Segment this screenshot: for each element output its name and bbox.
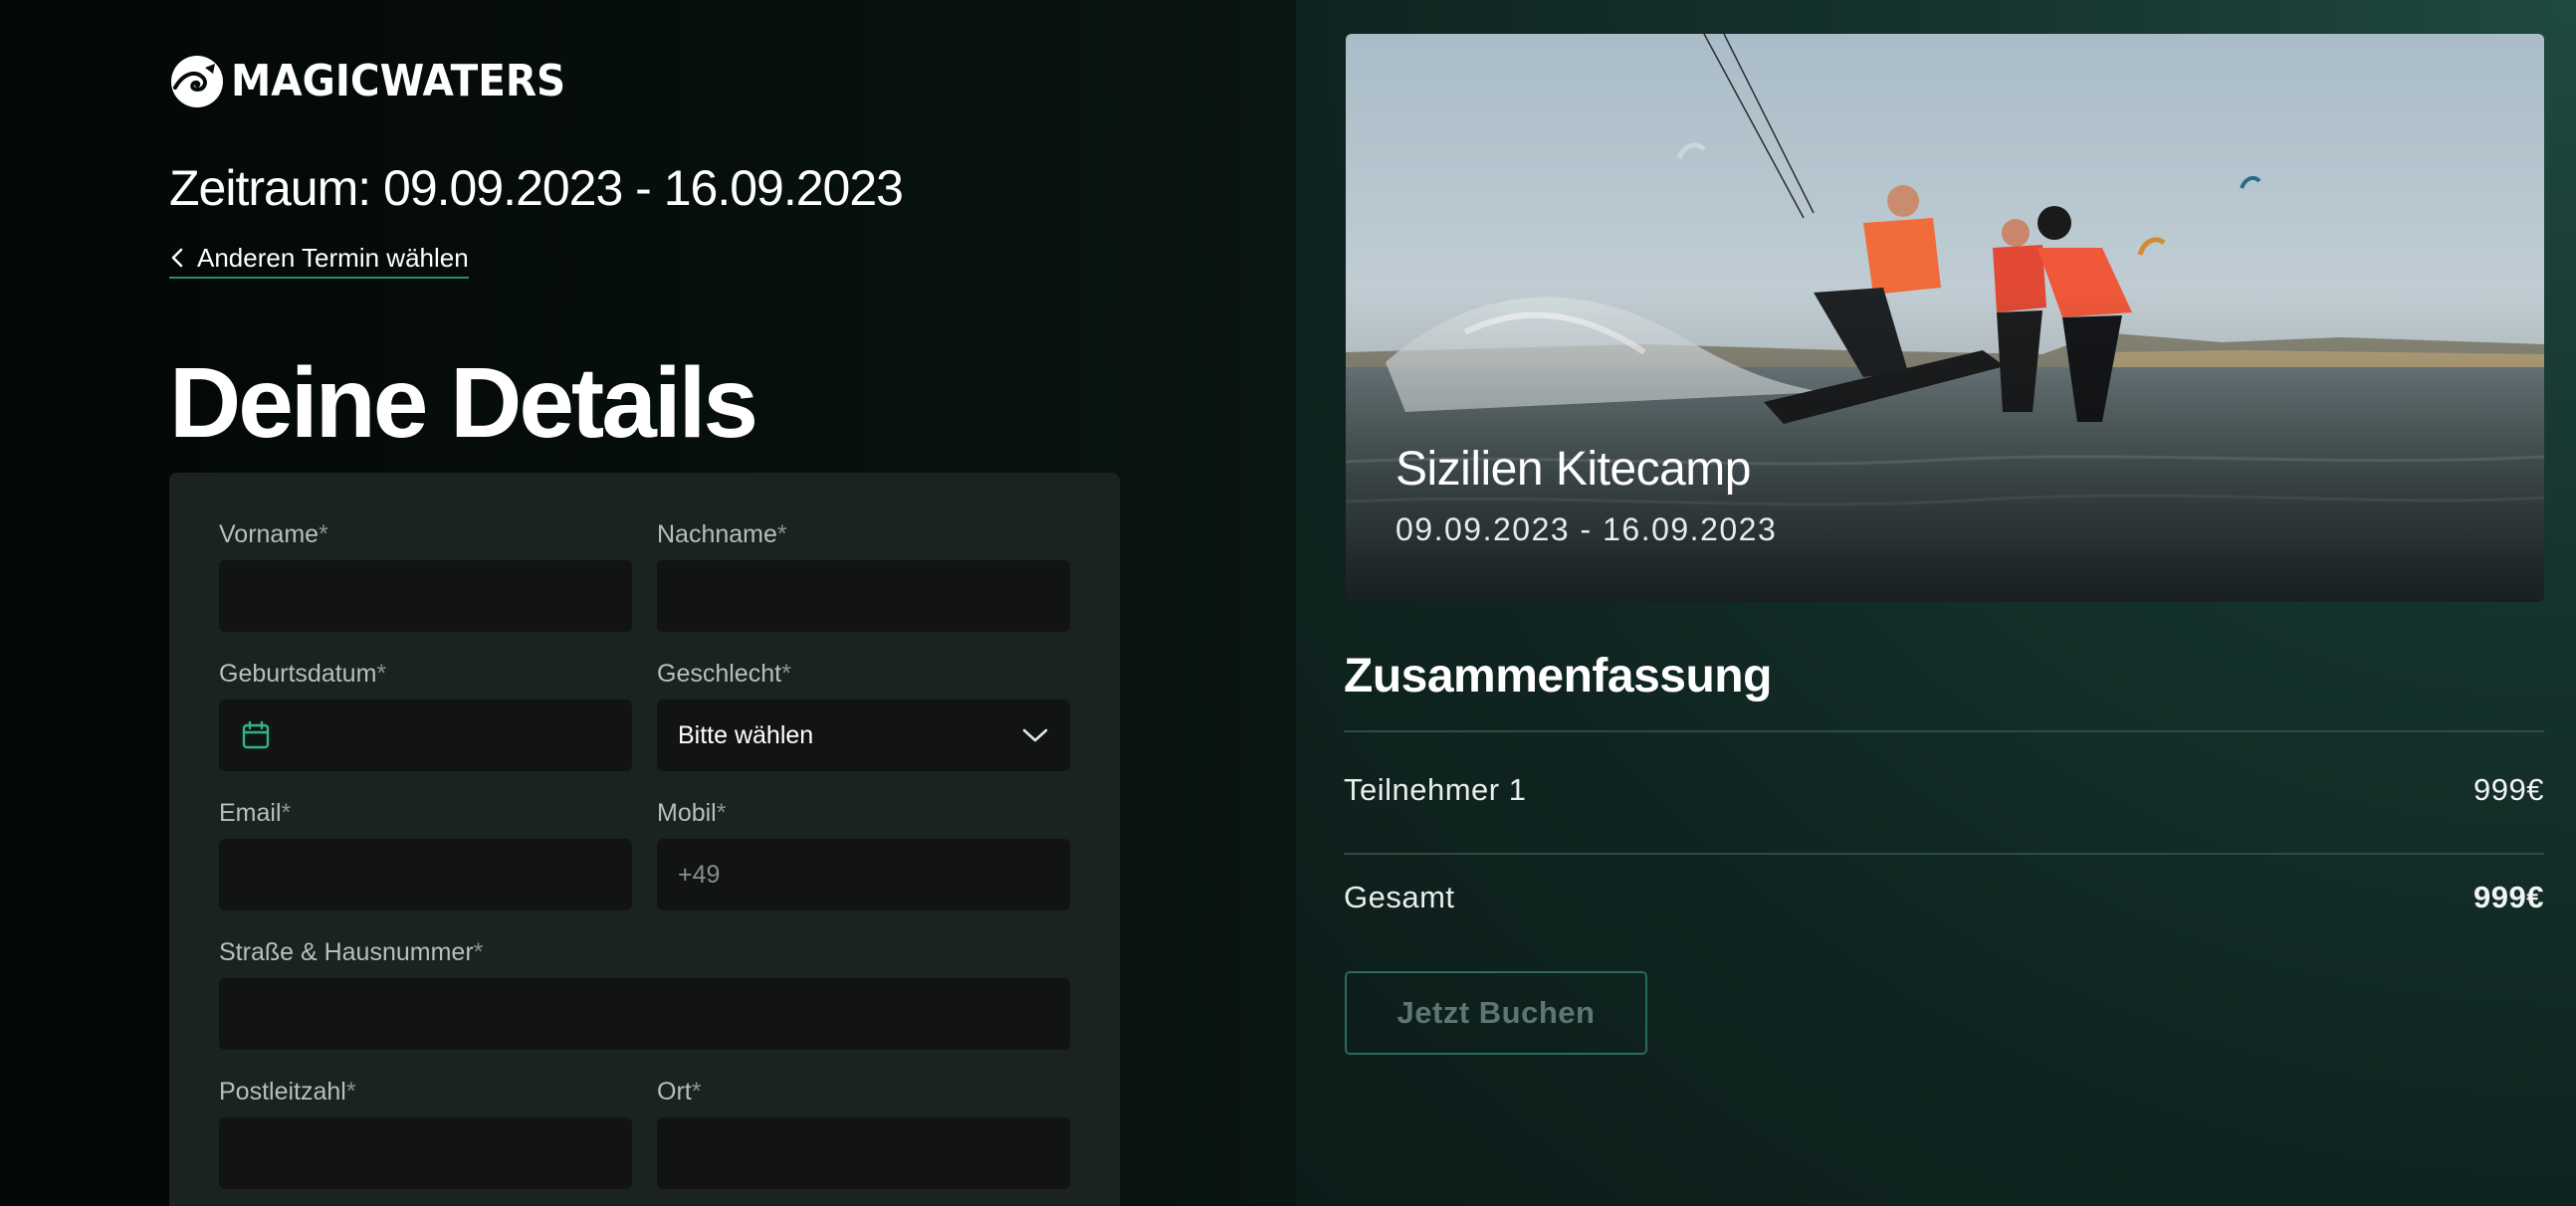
gender-select[interactable]: Bitte wählen [657, 700, 1070, 771]
first-name-field[interactable] [219, 560, 632, 632]
wave-logo-icon [171, 56, 223, 107]
camp-title: Sizilien Kitecamp [1395, 443, 1751, 496]
page-title: Deine Details [169, 347, 758, 459]
details-form: Vorname* Nachname* Geburtsdatum* Geschle… [169, 473, 1120, 1206]
participant-label: Teilnehmer 1 [1344, 772, 1527, 807]
zip-label: Postleitzahl* [219, 1078, 356, 1106]
email-field[interactable] [219, 839, 632, 910]
street-label: Straße & Hausnummer* [219, 938, 484, 966]
first-name-label: Vorname* [219, 520, 328, 548]
change-date-link[interactable]: Anderen Termin wählen [169, 243, 469, 279]
booking-period: Zeitraum: 09.09.2023 - 16.09.2023 [169, 160, 904, 216]
camp-dates: 09.09.2023 - 16.09.2023 [1395, 511, 1778, 547]
summary-divider-middle [1344, 853, 2544, 855]
total-price: 999€ [2473, 880, 2544, 914]
camp-hero-image: Sizilien Kitecamp 09.09.2023 - 16.09.202… [1346, 34, 2544, 602]
mobile-field[interactable]: +49 [657, 839, 1070, 910]
brand-logo[interactable]: MAGICWATERS [169, 52, 594, 111]
city-label: Ort* [657, 1078, 702, 1106]
street-field[interactable] [219, 978, 1070, 1050]
email-label: Email* [219, 799, 292, 827]
last-name-label: Nachname* [657, 520, 787, 548]
chevron-down-icon [1022, 728, 1048, 742]
participant-price: 999€ [2473, 772, 2544, 807]
brand-name: MAGICWATERS [231, 56, 566, 106]
total-label: Gesamt [1344, 880, 1455, 914]
summary-title: Zusammenfassung [1344, 650, 1772, 703]
zip-field[interactable] [219, 1117, 632, 1189]
birthdate-label: Geburtsdatum* [219, 660, 387, 688]
calendar-icon [242, 720, 270, 749]
change-date-label: Anderen Termin wählen [197, 242, 469, 273]
summary-divider-top [1344, 730, 2544, 732]
last-name-field[interactable] [657, 560, 1070, 632]
gender-label: Geschlecht* [657, 660, 791, 688]
mobile-label: Mobil* [657, 799, 727, 827]
chevron-left-icon [171, 248, 183, 268]
city-field[interactable] [657, 1117, 1070, 1189]
mobile-placeholder: +49 [678, 860, 721, 889]
book-now-button[interactable]: Jetzt Buchen [1345, 971, 1647, 1055]
gender-selected-value: Bitte wählen [678, 720, 814, 749]
birthdate-field[interactable] [219, 700, 632, 771]
